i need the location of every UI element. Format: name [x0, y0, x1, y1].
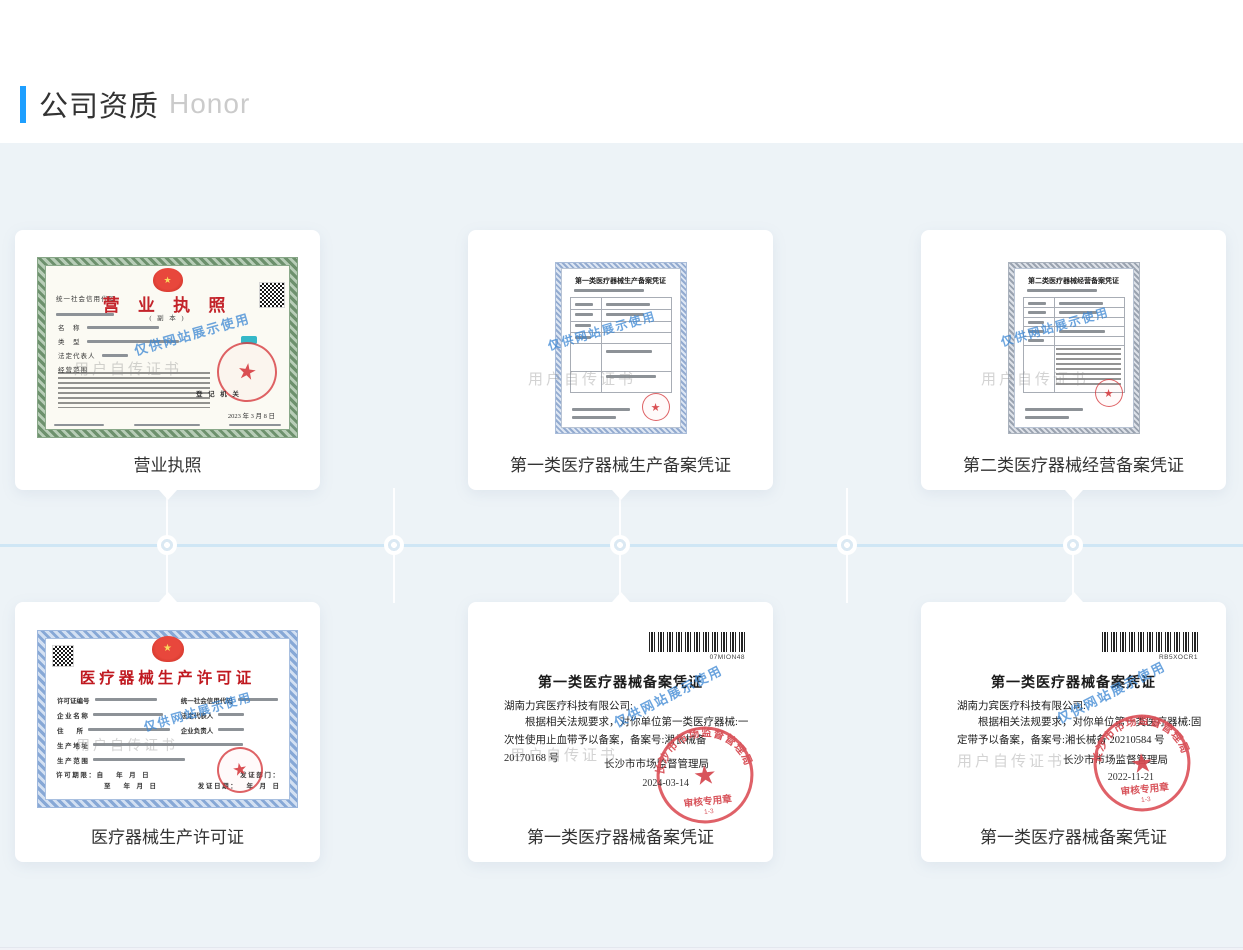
- certificate-caption: 第二类医疗器械经营备案凭证: [921, 451, 1226, 476]
- certificate-card-class1-filing-a[interactable]: 07MION48 第一类医疗器械备案凭证 湖南力宾医疗科技有限公司: 根据相关法…: [468, 602, 773, 862]
- barcode: [1102, 632, 1198, 652]
- certificate-title: 医疗器械生产许可证: [46, 666, 289, 688]
- production-license-image: ★ 医疗器械生产许可证 许可证编号 统一社会信用代码 企 业 名 称 法定代表人…: [37, 630, 298, 808]
- field-label: 法定代表人: [181, 710, 214, 720]
- national-emblem-icon: ★: [152, 636, 184, 662]
- qr-code: [52, 645, 74, 667]
- certificate-image: 第一类医疗器械生产备案凭证: [555, 262, 687, 434]
- barcode-label: RB5XOCR1: [1159, 654, 1198, 661]
- timeline-node: [610, 535, 630, 555]
- honor-section: ★ 统一社会信用代码 营 业 执 照 ( 副 本 ) 名 称 类 型 法定代表人…: [0, 143, 1243, 950]
- card-pointer-up: [612, 592, 630, 602]
- certificate-table: [570, 297, 672, 393]
- issue-date: 2024-03-14: [642, 778, 689, 789]
- certificate-title: 第一类医疗器械备案凭证: [468, 672, 773, 692]
- field-label: 统一社会信用代码: [181, 695, 233, 705]
- certificate-caption: 第一类医疗器械备案凭证: [921, 823, 1226, 848]
- red-seal: 长沙市市场监督管理局 ★ 审核专用章 1-3: [1086, 707, 1198, 819]
- field-label: 住 所: [57, 725, 83, 735]
- national-emblem-icon: ★: [153, 268, 183, 292]
- section-header: 公司资质 Honor: [20, 84, 250, 124]
- scope-text-block: [58, 372, 210, 408]
- term-label-2: 至 年 月 日: [104, 780, 156, 791]
- red-seal: ★: [642, 393, 670, 421]
- card-pointer-down: [159, 490, 177, 500]
- seal-number: 1-3: [704, 808, 715, 816]
- card-pointer-up: [159, 592, 177, 602]
- certificate-title: 第一类医疗器械生产备案凭证: [562, 276, 680, 286]
- certificate-caption: 医疗器械生产许可证: [15, 823, 320, 848]
- red-seal: 长沙市市场监督管理局 ★ 审核专用章 1-3: [649, 719, 761, 831]
- company-honor-page: 公司资质 Honor ★ 统一社会信用代码 营 业 执 照: [0, 0, 1243, 950]
- certificate-caption: 第一类医疗器械生产备案凭证: [468, 451, 773, 476]
- watermark-gray: 用户自传证书: [957, 750, 1065, 771]
- field-label: 生 产 地 址: [57, 740, 88, 750]
- certificate-title: 第一类医疗器械备案凭证: [921, 672, 1226, 692]
- qr-code: [259, 282, 285, 308]
- certificate-card-business-license[interactable]: ★ 统一社会信用代码 营 业 执 照 ( 副 本 ) 名 称 类 型 法定代表人…: [15, 230, 320, 490]
- recipient-line: 湖南力宾医疗科技有限公司:: [504, 698, 633, 713]
- certificate-image: 第二类医疗器械经营备案凭证: [1008, 262, 1140, 434]
- seal-star-icon: ★: [692, 759, 719, 791]
- card-pointer-down: [1065, 490, 1083, 500]
- field-label: 企 业 名 称: [57, 710, 88, 720]
- timeline-node: [157, 535, 177, 555]
- issue-date: 2023 年 3 月 8 日: [228, 410, 275, 420]
- red-seal: ★: [1095, 379, 1123, 407]
- certificate-card-class2-operation-filing[interactable]: 第二类医疗器械经营备案凭证: [921, 230, 1226, 490]
- certificate-title: 第二类医疗器械经营备案凭证: [1015, 276, 1133, 286]
- seal-number: 1-3: [1141, 796, 1152, 804]
- issue-date: 2022-11-21: [1108, 772, 1154, 783]
- field-label: 企业负责人: [181, 725, 214, 735]
- header-accent-bar: [20, 86, 26, 123]
- card-pointer-up: [1065, 592, 1083, 602]
- certificate-card-class1-filing-b[interactable]: RB5XOCR1 第一类医疗器械备案凭证 湖南力宾医疗科技有限公司: 根据相关法…: [921, 602, 1226, 862]
- timeline-node: [384, 535, 404, 555]
- recipient-line: 湖南力宾医疗科技有限公司:: [957, 698, 1086, 713]
- barcode: [649, 632, 745, 652]
- field-label: 许可证编号: [57, 695, 90, 705]
- barcode-label: 07MION48: [710, 654, 745, 661]
- term-label: 许 可 期 限 ： 自 年 月 日: [56, 769, 149, 780]
- section-subtitle: Honor: [169, 88, 250, 120]
- field-label: 法定代表人: [58, 350, 96, 360]
- certificate-caption: 第一类医疗器械备案凭证: [468, 823, 773, 848]
- certificate-caption: 营业执照: [15, 451, 320, 476]
- section-title: 公司资质: [39, 83, 159, 125]
- card-pointer-down: [612, 490, 630, 500]
- seal-label: 审核专用章: [683, 792, 733, 810]
- business-license-image: ★ 统一社会信用代码 营 业 执 照 ( 副 本 ) 名 称 类 型 法定代表人…: [37, 257, 298, 438]
- certificate-card-class1-production-filing[interactable]: 第一类医疗器械生产备案凭证: [468, 230, 773, 490]
- certificate-card-production-license[interactable]: ★ 医疗器械生产许可证 许可证编号 统一社会信用代码 企 业 名 称 法定代表人…: [15, 602, 320, 862]
- field-label: 生 产 范 围: [57, 755, 88, 765]
- field-label: 名 称: [58, 322, 81, 332]
- field-label: 类 型: [58, 336, 81, 346]
- timeline-node: [1063, 535, 1083, 555]
- business-license-subtitle: ( 副 本 ): [46, 312, 289, 322]
- timeline-node: [837, 535, 857, 555]
- issuer-label: 登 记 机 关: [196, 388, 241, 398]
